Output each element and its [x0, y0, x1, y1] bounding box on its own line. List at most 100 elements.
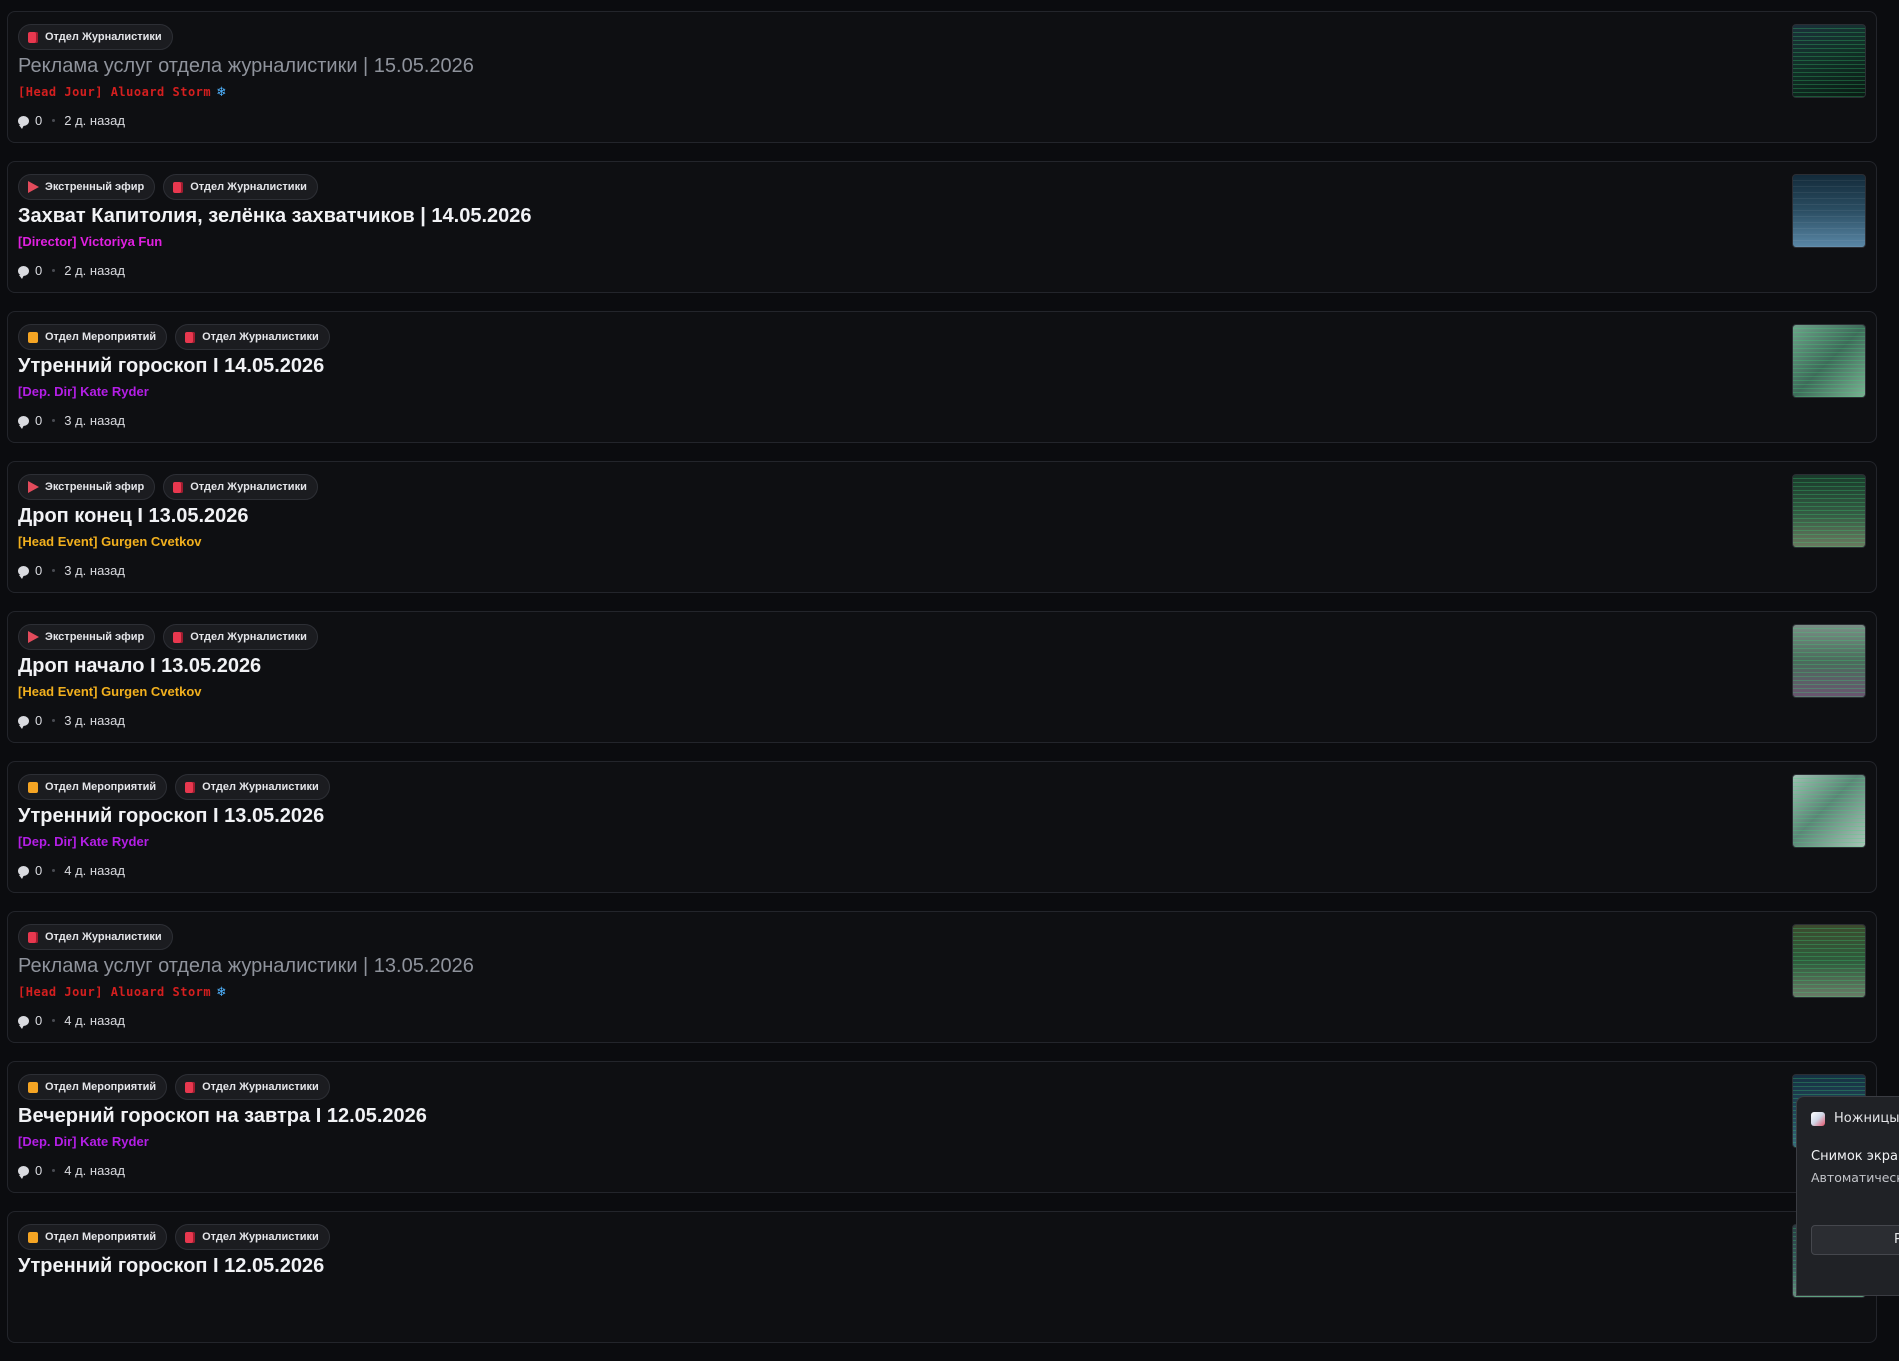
- snipping-tool-icon: [1811, 1111, 1825, 1126]
- separator-dot: [52, 419, 56, 422]
- post-tags: Отдел Мероприятий Отдел Журналистики: [18, 1224, 330, 1250]
- post-card[interactable]: Отдел Журналистики Реклама услуг отдела ж…: [7, 11, 1877, 143]
- post-thumbnail[interactable]: [1792, 24, 1866, 98]
- post-title[interactable]: Утренний гороскоп I 14.05.2026: [18, 355, 324, 378]
- notification-title: Снимок экран: [1811, 1149, 1899, 1164]
- separator-dot: [52, 119, 56, 122]
- snipping-tool-notification[interactable]: Ножницы Снимок экран Автоматическ экрана…: [1796, 1096, 1899, 1296]
- post-thumbnail[interactable]: [1792, 624, 1866, 698]
- post-time: 3 д. назад: [64, 713, 125, 728]
- thumbnail-texture: [1793, 25, 1865, 97]
- post-card[interactable]: Экстренный эфир Отдел Журналистики Захват …: [7, 161, 1877, 293]
- tag-label: Экстренный эфир: [45, 631, 145, 643]
- tag-events[interactable]: Отдел Мероприятий: [18, 774, 168, 800]
- tag-label: Экстренный эфир: [45, 181, 145, 193]
- tag-journalism[interactable]: Отдел Журналистики: [18, 924, 173, 950]
- tag-label: Отдел Журналистики: [45, 931, 162, 943]
- comment-count: 0: [35, 413, 43, 428]
- post-card[interactable]: Экстренный эфир Отдел Журналистики Дроп ко…: [7, 461, 1877, 593]
- post-thumbnail[interactable]: [1792, 174, 1866, 248]
- post-tags: Отдел Мероприятий Отдел Журналистики: [18, 1074, 330, 1100]
- post-title[interactable]: Дроп начало I 13.05.2026: [18, 655, 261, 678]
- post-time: 4 д. назад: [64, 863, 125, 878]
- author-name: [Dep. Dir] Kate Ryder: [18, 1134, 149, 1149]
- post-thumbnail[interactable]: [1792, 924, 1866, 998]
- post-card[interactable]: Отдел Мероприятий Отдел Журналистики Утрен…: [7, 761, 1877, 893]
- tag-events[interactable]: Отдел Мероприятий: [18, 324, 168, 350]
- tag-journalism[interactable]: Отдел Журналистики: [175, 774, 330, 800]
- tag-events[interactable]: Отдел Мероприятий: [18, 1224, 168, 1250]
- book-icon: [185, 1081, 196, 1093]
- separator-dot: [52, 569, 56, 572]
- post-tags: Отдел Мероприятий Отдел Журналистики: [18, 774, 330, 800]
- post-title[interactable]: Захват Капитолия, зелёнка захватчиков | …: [18, 205, 532, 228]
- post-title[interactable]: Вечерний гороскоп на завтра I 12.05.2026: [18, 1105, 427, 1128]
- tag-events[interactable]: Отдел Мероприятий: [18, 1074, 168, 1100]
- tag-journalism[interactable]: Отдел Журналистики: [175, 1224, 330, 1250]
- tag-journalism[interactable]: Отдел Журналистики: [163, 174, 318, 200]
- post-author[interactable]: [Director] Victoriya Fun: [18, 234, 162, 249]
- post-time: 4 д. назад: [64, 1013, 125, 1028]
- post-feed: Отдел Журналистики Реклама услуг отдела ж…: [7, 11, 1877, 1361]
- post-title[interactable]: Реклама услуг отдела журналистики | 13.0…: [18, 955, 474, 978]
- tag-journalism[interactable]: Отдел Журналистики: [18, 24, 173, 50]
- post-thumbnail[interactable]: [1792, 324, 1866, 398]
- post-author[interactable]: [Head Event] Gurgen Cvetkov: [18, 534, 202, 549]
- book-icon: [173, 181, 184, 193]
- folder-icon: [28, 1231, 38, 1243]
- post-card[interactable]: Отдел Мероприятий Отдел Журналистики Утрен…: [7, 311, 1877, 443]
- thumbnail-texture: [1793, 625, 1865, 697]
- author-name: [Head Event] Gurgen Cvetkov: [18, 534, 202, 549]
- folder-icon: [28, 781, 38, 793]
- post-meta: 0 4 д. назад: [18, 1013, 125, 1029]
- tag-label: Отдел Мероприятий: [45, 331, 157, 343]
- comment-icon: [18, 1015, 29, 1029]
- thumbnail-texture: [1793, 475, 1865, 547]
- post-tags: Экстренный эфир Отдел Журналистики: [18, 174, 318, 200]
- book-icon: [28, 931, 38, 943]
- post-card[interactable]: Отдел Мероприятий Отдел Журналистики Утрен…: [7, 1211, 1877, 1343]
- tag-emergency[interactable]: Экстренный эфир: [18, 174, 156, 200]
- post-meta: 0 2 д. назад: [18, 263, 125, 279]
- post-author[interactable]: [Head Event] Gurgen Cvetkov: [18, 684, 202, 699]
- post-tags: Отдел Мероприятий Отдел Журналистики: [18, 324, 330, 350]
- book-icon: [185, 331, 196, 343]
- separator-dot: [52, 719, 56, 722]
- post-card[interactable]: Отдел Мероприятий Отдел Журналистики Вечер…: [7, 1061, 1877, 1193]
- post-title[interactable]: Утренний гороскоп I 13.05.2026: [18, 805, 324, 828]
- post-thumbnail[interactable]: [1792, 774, 1866, 848]
- post-time: 3 д. назад: [64, 413, 125, 428]
- post-thumbnail[interactable]: [1792, 474, 1866, 548]
- tag-label: Отдел Журналистики: [45, 31, 162, 43]
- tag-label: Отдел Журналистики: [202, 781, 319, 793]
- post-meta: 0 4 д. назад: [18, 1163, 125, 1179]
- comment-count: 0: [35, 263, 43, 278]
- post-author[interactable]: [Head Jour] Aluoard Storm ❄: [18, 84, 226, 100]
- post-tags: Отдел Журналистики: [18, 24, 173, 50]
- separator-dot: [52, 869, 56, 872]
- author-name: [Head Jour] Aluoard Storm: [18, 85, 212, 99]
- post-author[interactable]: [Dep. Dir] Kate Ryder: [18, 834, 149, 849]
- tag-emergency[interactable]: Экстренный эфир: [18, 624, 156, 650]
- tag-label: Отдел Журналистики: [202, 331, 319, 343]
- separator-dot: [52, 1169, 56, 1172]
- post-author[interactable]: [Head Jour] Aluoard Storm ❄: [18, 984, 226, 1000]
- post-title[interactable]: Дроп конец I 13.05.2026: [18, 505, 249, 528]
- comment-icon: [18, 865, 29, 879]
- post-author[interactable]: [Dep. Dir] Kate Ryder: [18, 1134, 149, 1149]
- tag-journalism[interactable]: Отдел Журналистики: [175, 324, 330, 350]
- post-card[interactable]: Экстренный эфир Отдел Журналистики Дроп на…: [7, 611, 1877, 743]
- post-meta: 0 4 д. назад: [18, 863, 125, 879]
- book-icon: [185, 781, 196, 793]
- tag-journalism[interactable]: Отдел Журналистики: [175, 1074, 330, 1100]
- tag-journalism[interactable]: Отдел Журналистики: [163, 624, 318, 650]
- notification-action-button[interactable]: Р: [1811, 1225, 1899, 1255]
- post-author[interactable]: [Dep. Dir] Kate Ryder: [18, 384, 149, 399]
- author-name: [Dep. Dir] Kate Ryder: [18, 384, 149, 399]
- post-title[interactable]: Утренний гороскоп I 12.05.2026: [18, 1255, 324, 1278]
- folder-icon: [28, 331, 38, 343]
- post-card[interactable]: Отдел Журналистики Реклама услуг отдела ж…: [7, 911, 1877, 1043]
- post-title[interactable]: Реклама услуг отдела журналистики | 15.0…: [18, 55, 474, 78]
- tag-emergency[interactable]: Экстренный эфир: [18, 474, 156, 500]
- tag-journalism[interactable]: Отдел Журналистики: [163, 474, 318, 500]
